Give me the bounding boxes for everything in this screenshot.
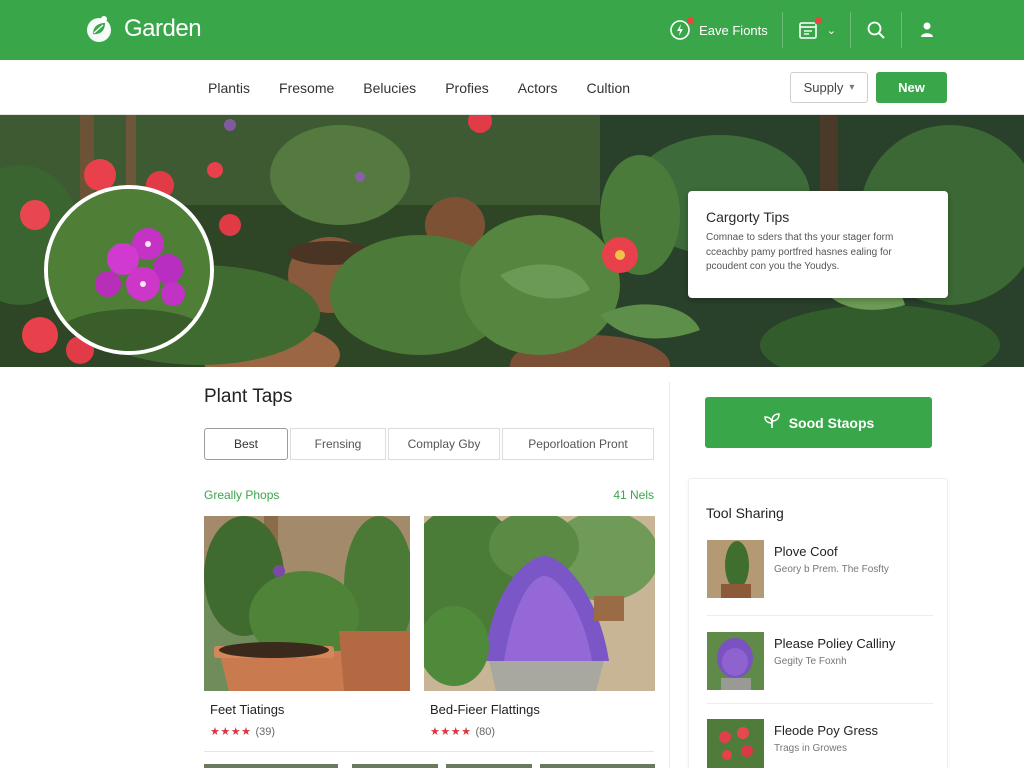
- nav-link-belucies[interactable]: Belucies: [363, 80, 416, 96]
- next-card-peek: [540, 764, 655, 768]
- save-fonts-button[interactable]: Eave Fionts: [655, 12, 782, 48]
- category-tips-card: Cargorty Tips Comnae to sders that ths y…: [688, 191, 948, 298]
- next-card-peek: [446, 764, 532, 768]
- seed-swaps-button[interactable]: Sood Staops: [705, 397, 932, 448]
- nav-link-actors[interactable]: Actors: [518, 80, 558, 96]
- plant-card[interactable]: Feet Tiatings ★★★★ (39): [204, 516, 410, 738]
- item-thumbnail: [707, 540, 764, 598]
- chevron-down-icon: ⌄: [826, 24, 836, 37]
- nav-link-fresome[interactable]: Fresome: [279, 80, 334, 96]
- review-count: (80): [475, 725, 496, 738]
- top-actions: Eave Fionts ⌄: [655, 12, 952, 48]
- seedling-icon: [763, 412, 781, 433]
- search-icon: [865, 19, 887, 41]
- plant-card-rating: ★★★★ (39): [210, 725, 410, 739]
- calendar-menu-button[interactable]: ⌄: [781, 12, 850, 48]
- hero-banner: Cargorty Tips Comnae to sders that ths y…: [0, 115, 1024, 367]
- user-icon: [916, 19, 938, 41]
- brand-name: Garden: [124, 15, 202, 42]
- column-divider: [669, 382, 670, 768]
- new-button[interactable]: New: [876, 72, 947, 103]
- plant-card[interactable]: Bed-Fieer Flattings ★★★★ (80): [424, 516, 655, 738]
- filter-tabs: Best Frensing Complay Gby Peporloation P…: [204, 428, 656, 460]
- nav-links: Plantis Fresome Belucies Profies Actors …: [208, 60, 630, 115]
- calendar-badge: [813, 16, 823, 25]
- nav-link-profies[interactable]: Profies: [445, 80, 489, 96]
- next-card-peek: [352, 764, 438, 768]
- review-count: (39): [255, 725, 276, 738]
- nav-bar: Plantis Fresome Belucies Profies Actors …: [0, 60, 1024, 115]
- tip-body: Comnae to sders that ths your stager for…: [706, 232, 894, 272]
- list-count[interactable]: 41 Nels: [613, 488, 654, 502]
- list-item[interactable]: Please Poliey Calliny Gegity Te Foxnh: [707, 632, 933, 692]
- plant-card-title: Bed-Fieer Flattings: [430, 702, 540, 717]
- search-button[interactable]: [850, 12, 901, 48]
- seed-swaps-label: Sood Staops: [788, 414, 875, 431]
- plant-card-image: [204, 516, 410, 691]
- supply-select-value: Supply: [803, 80, 844, 95]
- divider: [204, 751, 654, 752]
- item-thumbnail: [707, 632, 764, 690]
- item-subtitle: Geory b Prem. The Fosfty: [774, 564, 889, 575]
- plant-card-rating: ★★★★ (80): [430, 725, 655, 739]
- panel-title: Tool Sharing: [706, 505, 784, 521]
- leaf-logo-icon: [87, 16, 111, 42]
- featured-plant-thumbnail: [44, 185, 214, 355]
- list-item[interactable]: Fleode Poy Gress Trags in Growes: [707, 719, 933, 768]
- star-rating-icon: ★★★★: [430, 726, 472, 738]
- section-title: Plant Taps: [204, 386, 293, 407]
- list-header: Greally Phops 41 Nels: [204, 488, 654, 502]
- tab-peporloation[interactable]: Peporloation Pront: [502, 428, 654, 460]
- plant-card-title: Feet Tiatings: [210, 702, 285, 717]
- item-subtitle: Trags in Growes: [774, 743, 847, 754]
- calendar-icon: [797, 16, 823, 41]
- chevron-down-icon: ▾: [849, 82, 855, 93]
- tab-complay[interactable]: Complay Gby: [388, 428, 500, 460]
- list-header-link[interactable]: Greally Phops: [204, 488, 279, 502]
- tab-best[interactable]: Best: [204, 428, 288, 460]
- user-button[interactable]: [901, 12, 952, 48]
- divider: [707, 615, 933, 616]
- petunia-image: [48, 189, 210, 351]
- tip-title: Cargorty Tips: [706, 209, 790, 225]
- nav-link-plantis[interactable]: Plantis: [208, 80, 250, 96]
- top-bar: Garden Eave Fionts ⌄: [0, 0, 1024, 60]
- next-card-peek: [204, 764, 338, 768]
- divider: [707, 703, 933, 704]
- star-rating-icon: ★★★★: [210, 726, 252, 738]
- item-thumbnail: [707, 719, 764, 768]
- item-subtitle: Gegity Te Foxnh: [774, 656, 847, 667]
- notification-dot: [686, 16, 696, 25]
- list-item[interactable]: Plove Coof Geory b Prem. The Fosfty: [707, 540, 933, 600]
- brand[interactable]: Garden: [84, 12, 202, 46]
- nav-link-cultion[interactable]: Cultion: [586, 80, 630, 96]
- item-name: Fleode Poy Gress: [774, 723, 879, 738]
- item-name: Plove Coof: [774, 544, 838, 559]
- tool-sharing-panel: Tool Sharing Plove Coof Geory b Prem. Th…: [688, 478, 948, 768]
- item-name: Please Poliey Calliny: [774, 636, 896, 651]
- supply-select[interactable]: Supply ▾: [790, 72, 868, 103]
- plant-card-image: [424, 516, 655, 691]
- save-fonts-label: Eave Fionts: [699, 22, 768, 38]
- tab-frensing[interactable]: Frensing: [290, 428, 386, 460]
- lightning-icon: [669, 16, 696, 41]
